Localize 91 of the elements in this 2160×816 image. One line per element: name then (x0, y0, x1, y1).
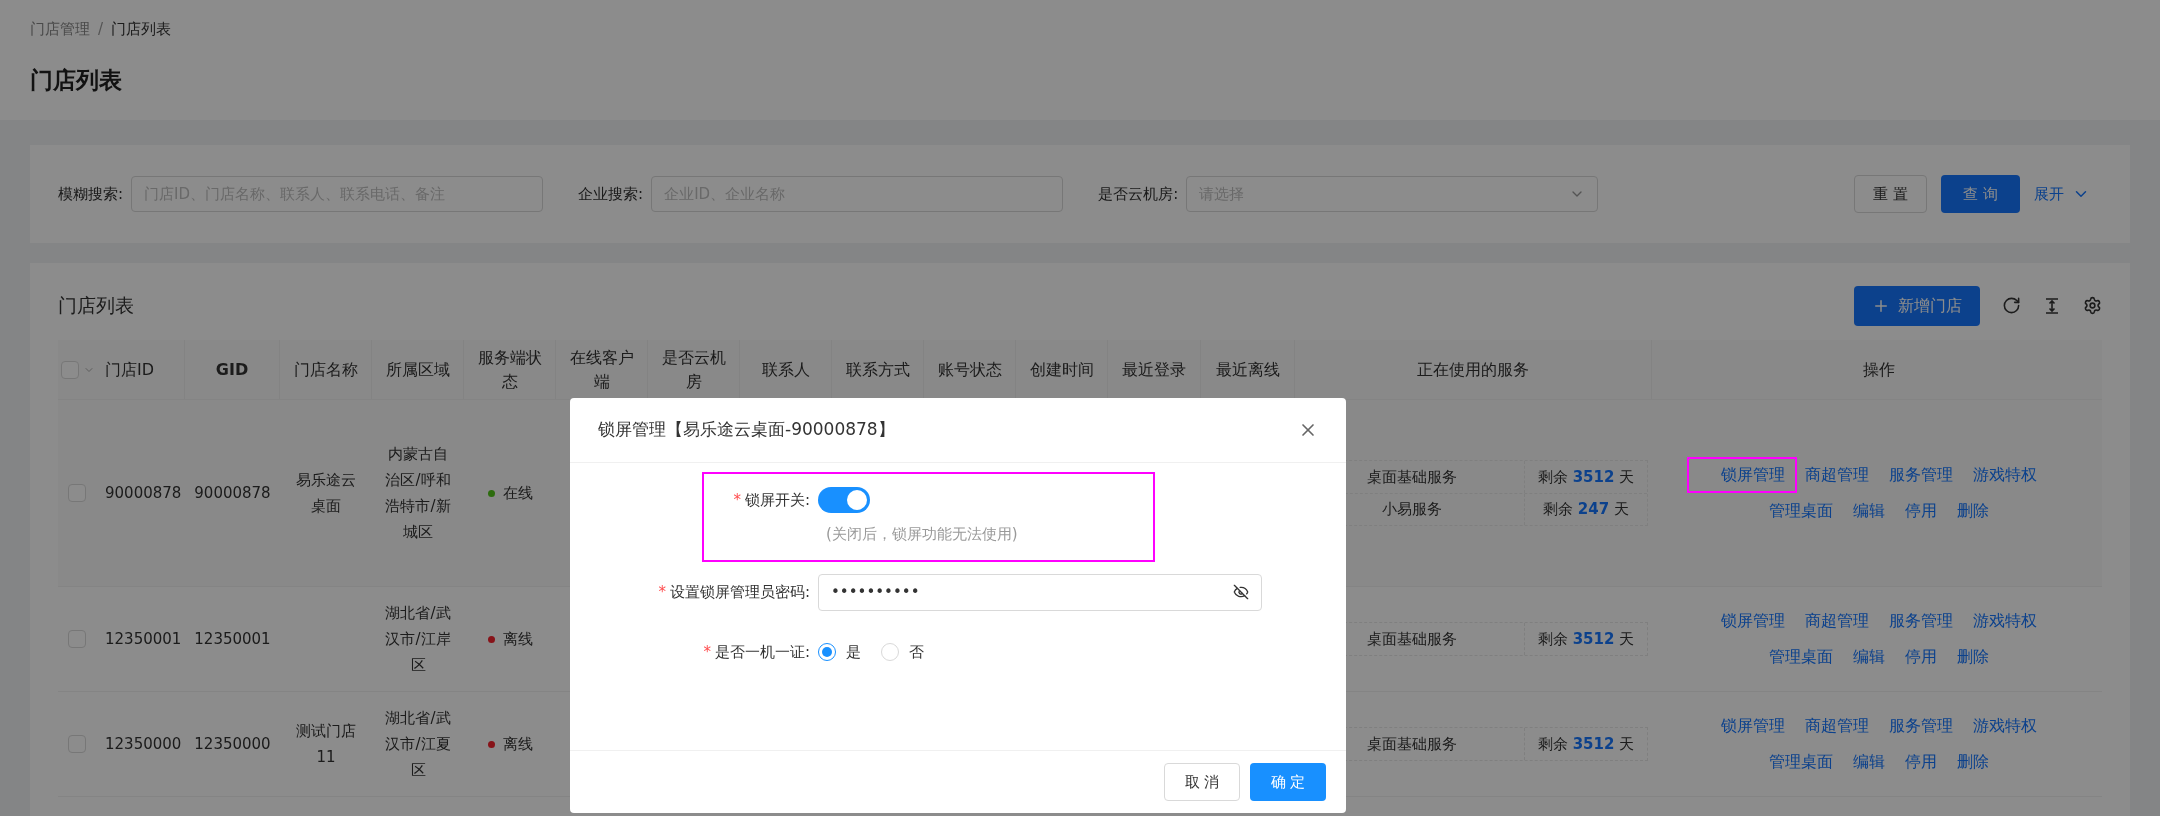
action-link[interactable]: 删除 (1957, 501, 1989, 520)
action-link[interactable]: 停用 (1905, 501, 1937, 520)
action-link[interactable]: 商超管理 (1805, 465, 1869, 484)
action-link[interactable]: 删除 (1957, 647, 1989, 666)
table-cell-text: 90000878 (105, 482, 182, 504)
column-header: 操作 (1863, 358, 1895, 381)
status-text: 离线 (502, 733, 533, 755)
eye-off-icon[interactable] (1233, 584, 1249, 600)
action-link[interactable]: 服务管理 (1889, 465, 1953, 484)
action-link[interactable]: 锁屏管理 (1721, 716, 1785, 735)
action-link[interactable]: 游戏特权 (1973, 716, 2037, 735)
query-button[interactable]: 查 询 (1941, 175, 2020, 213)
action-link[interactable]: 游戏特权 (1973, 465, 2037, 484)
service-name: 桌面基础服务 (1367, 628, 1457, 650)
status-text: 离线 (502, 628, 533, 650)
refresh-icon[interactable] (2002, 296, 2021, 315)
column-header: 门店ID (105, 358, 155, 381)
table-cell-text: 12350000 (194, 733, 271, 755)
status-text: 在线 (502, 482, 533, 504)
column-header: 在线客户端 (568, 346, 635, 393)
table-cell-text: 测试门店11 (295, 721, 357, 768)
column-header: 账号状态 (937, 358, 1002, 381)
action-link[interactable]: 锁屏管理 (1721, 611, 1785, 630)
breadcrumb-item: 门店列表 (111, 19, 172, 40)
action-link[interactable]: 商超管理 (1805, 716, 1869, 735)
table-cell-text: 90000878 (194, 482, 271, 504)
service-name: 小易服务 (1382, 499, 1442, 521)
table-cell-text: 12350001 (194, 628, 271, 650)
toggle-switch[interactable] (818, 487, 870, 513)
add-store-button[interactable]: 新增门店 (1854, 285, 1980, 326)
password-field[interactable]: •••••••••• (818, 573, 1262, 611)
column-header: 创建时间 (1029, 358, 1094, 381)
breadcrumb-separator: / (98, 19, 104, 40)
filter-label: 是否云机房: (1098, 183, 1179, 205)
remaining-days: 剩余 247 天 (1543, 498, 1629, 521)
action-link[interactable]: 停用 (1905, 647, 1937, 666)
column-header: 最近登录 (1122, 358, 1186, 381)
breadcrumb-item[interactable]: 门店管理 (30, 18, 90, 41)
action-link[interactable]: 服务管理 (1889, 611, 1953, 630)
hint-text: (关闭后，锁屏功能无法使用) (826, 524, 1019, 545)
remaining-days: 剩余 3512 天 (1537, 732, 1635, 756)
action-link[interactable]: 停用 (1905, 752, 1937, 771)
radio-option[interactable]: 否 (881, 640, 924, 663)
field-label: 是否一机一证: (714, 641, 810, 663)
column-header: 所属区域 (385, 358, 450, 381)
confirm-button[interactable]: 确 定 (1250, 763, 1326, 801)
required-mark: * (658, 581, 666, 603)
action-link[interactable]: 管理桌面 (1769, 647, 1833, 666)
action-link[interactable]: 服务管理 (1889, 716, 1953, 735)
table-cell-text: 易乐途云桌面 (295, 470, 357, 517)
table-cell-text: 湖北省/武汉市/江夏区 (384, 708, 452, 781)
column-header: 服务端状态 (476, 346, 543, 393)
reset-button[interactable]: 重 置 (1854, 175, 1928, 213)
remaining-days: 剩余 3512 天 (1537, 627, 1635, 651)
page-title: 门店列表 (30, 65, 123, 95)
column-header: GID (215, 358, 249, 381)
column-header: 门店名称 (293, 358, 358, 381)
table-cell-text: 12350001 (105, 628, 182, 650)
service-name: 桌面基础服务 (1367, 466, 1457, 488)
action-link[interactable]: 管理桌面 (1769, 752, 1833, 771)
action-link[interactable]: 编辑 (1853, 501, 1885, 520)
action-link[interactable]: 商超管理 (1805, 611, 1869, 630)
action-link[interactable]: 删除 (1957, 752, 1989, 771)
action-link[interactable]: 锁屏管理 (1721, 465, 1785, 484)
expand-link[interactable]: 展开 (2034, 182, 2090, 206)
list-title: 门店列表 (58, 293, 134, 319)
required-mark: * (733, 489, 741, 511)
action-link[interactable]: 管理桌面 (1769, 501, 1833, 520)
service-name: 桌面基础服务 (1367, 733, 1457, 755)
required-mark: * (703, 641, 711, 663)
settings-icon[interactable] (2083, 296, 2102, 315)
action-link[interactable]: 编辑 (1853, 752, 1885, 771)
action-link[interactable]: 编辑 (1853, 647, 1885, 666)
column-header: 是否云机房 (660, 346, 727, 393)
column-height-icon[interactable] (2043, 296, 2061, 315)
field-label: 锁屏开关: (744, 489, 810, 511)
table-cell-text: 内蒙古自治区/呼和浩特市/新城区 (384, 444, 452, 543)
remaining-days: 剩余 3512 天 (1537, 465, 1635, 489)
table-cell-text: 湖北省/武汉市/江岸区 (384, 603, 452, 676)
filter-label: 模糊搜索: (58, 183, 124, 205)
action-link[interactable]: 游戏特权 (1973, 611, 2037, 630)
radio-option[interactable]: 是 (818, 640, 861, 663)
dialog-title: 锁屏管理【易乐途云桌面-90000878】 (598, 418, 895, 442)
column-header: 最近离线 (1215, 358, 1280, 381)
table-cell-text: 12350000 (105, 733, 182, 755)
cancel-button[interactable]: 取 消 (1164, 763, 1240, 801)
field-label: 设置锁屏管理员密码: (669, 581, 810, 603)
column-header: 正在使用的服务 (1417, 358, 1529, 381)
column-header: 联系方式 (845, 358, 910, 381)
column-header: 联系人 (761, 358, 810, 381)
filter-label: 企业搜索: (578, 183, 644, 205)
